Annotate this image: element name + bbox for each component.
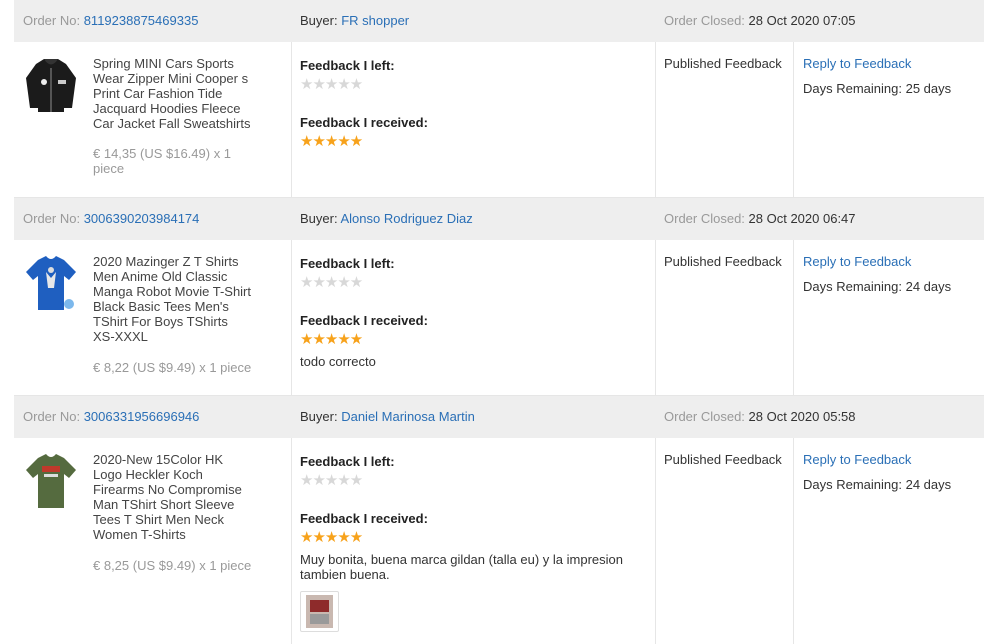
published-feedback: Published Feedback bbox=[664, 254, 782, 269]
divider bbox=[793, 42, 794, 197]
days-remaining: Days Remaining: 25 days bbox=[803, 81, 952, 96]
order-number-link[interactable]: 8119238875469335 bbox=[84, 13, 199, 28]
feedback-left-label: Feedback I left: bbox=[300, 454, 395, 469]
buyer: Buyer: Daniel Marinosa Martin bbox=[300, 409, 475, 424]
feedback-left-label: Feedback I left: bbox=[300, 58, 395, 73]
feedback-left-label: Feedback I left: bbox=[300, 256, 395, 271]
buyer-link[interactable]: Alonso Rodriguez Diaz bbox=[340, 211, 472, 226]
order-card: Order No: 8119238875469335 Buyer: FR sho… bbox=[14, 0, 984, 198]
divider bbox=[655, 438, 656, 644]
feedback-comment: Muy bonita, buena marca gildan (talla eu… bbox=[300, 552, 624, 582]
order-card: Order No: 3006390203984174 Buyer: Alonso… bbox=[14, 198, 984, 396]
product-price: € 8,22 (US $9.49) x 1 piece bbox=[93, 360, 252, 375]
olive-tshirt-icon[interactable] bbox=[24, 452, 78, 510]
published-feedback: Published Feedback bbox=[664, 56, 782, 71]
divider bbox=[291, 438, 292, 644]
reply-to-feedback-link[interactable]: Reply to Feedback bbox=[803, 452, 911, 467]
days-remaining: Days Remaining: 24 days bbox=[803, 279, 952, 294]
product-title[interactable]: 2020-New 15Color HK Logo Heckler Koch Fi… bbox=[93, 452, 251, 542]
divider bbox=[793, 438, 794, 644]
order-body: 2020 Mazinger Z T Shirts Men Anime Old C… bbox=[14, 240, 984, 396]
feedback-left-stars: ★★★★★ bbox=[300, 472, 363, 489]
feedback-left-stars: ★★★★★ bbox=[300, 76, 363, 93]
order-header: Order No: 3006390203984174 Buyer: Alonso… bbox=[14, 198, 984, 240]
feedback-photo-thumbnail[interactable] bbox=[300, 591, 339, 632]
order-card: Order No: 3006331956696946 Buyer: Daniel… bbox=[14, 396, 984, 644]
divider bbox=[793, 240, 794, 395]
order-closed: Order Closed: 28 Oct 2020 07:05 bbox=[664, 13, 856, 28]
published-feedback: Published Feedback bbox=[664, 452, 782, 467]
divider bbox=[655, 240, 656, 395]
order-body: 2020-New 15Color HK Logo Heckler Koch Fi… bbox=[14, 438, 984, 644]
reply-to-feedback-link[interactable]: Reply to Feedback bbox=[803, 254, 911, 269]
order-header: Order No: 3006331956696946 Buyer: Daniel… bbox=[14, 396, 984, 438]
order-closed: Order Closed: 28 Oct 2020 05:58 bbox=[664, 409, 856, 424]
divider bbox=[655, 42, 656, 197]
feedback-list: Order No: 8119238875469335 Buyer: FR sho… bbox=[0, 0, 1000, 644]
black-hoodie-icon[interactable] bbox=[24, 56, 78, 114]
feedback-received-label: Feedback I received: bbox=[300, 511, 428, 526]
product-title[interactable]: Spring MINI Cars Sports Wear Zipper Mini… bbox=[93, 56, 251, 131]
buyer: Buyer: Alonso Rodriguez Diaz bbox=[300, 211, 473, 226]
order-closed: Order Closed: 28 Oct 2020 06:47 bbox=[664, 211, 856, 226]
photo-image-icon bbox=[306, 595, 333, 628]
blue-tshirt-icon[interactable] bbox=[24, 254, 78, 312]
divider bbox=[291, 240, 292, 395]
order-number-link[interactable]: 3006331956696946 bbox=[84, 409, 200, 424]
product-title[interactable]: 2020 Mazinger Z T Shirts Men Anime Old C… bbox=[93, 254, 251, 344]
buyer-link[interactable]: Daniel Marinosa Martin bbox=[341, 409, 475, 424]
divider bbox=[291, 42, 292, 197]
feedback-comment: todo correcto bbox=[300, 354, 376, 369]
order-body: Spring MINI Cars Sports Wear Zipper Mini… bbox=[14, 42, 984, 198]
buyer-link[interactable]: FR shopper bbox=[341, 13, 409, 28]
order-number: Order No: 3006331956696946 bbox=[23, 409, 200, 424]
feedback-received-stars: ★★★★★ bbox=[300, 133, 363, 150]
feedback-received-label: Feedback I received: bbox=[300, 115, 428, 130]
product-price: € 14,35 (US $16.49) x 1 piece bbox=[93, 146, 232, 176]
order-number-link[interactable]: 3006390203984174 bbox=[84, 211, 200, 226]
buyer: Buyer: FR shopper bbox=[300, 13, 410, 28]
feedback-received-stars: ★★★★★ bbox=[300, 529, 363, 546]
order-header: Order No: 8119238875469335 Buyer: FR sho… bbox=[14, 0, 984, 42]
order-number: Order No: 8119238875469335 bbox=[23, 13, 199, 28]
feedback-received-stars: ★★★★★ bbox=[300, 331, 363, 348]
reply-to-feedback-link[interactable]: Reply to Feedback bbox=[803, 56, 911, 71]
feedback-received-label: Feedback I received: bbox=[300, 313, 428, 328]
feedback-left-stars: ★★★★★ bbox=[300, 274, 363, 291]
product-price: € 8,25 (US $9.49) x 1 piece bbox=[93, 558, 252, 573]
order-number: Order No: 3006390203984174 bbox=[23, 211, 200, 226]
days-remaining: Days Remaining: 24 days bbox=[803, 477, 952, 492]
